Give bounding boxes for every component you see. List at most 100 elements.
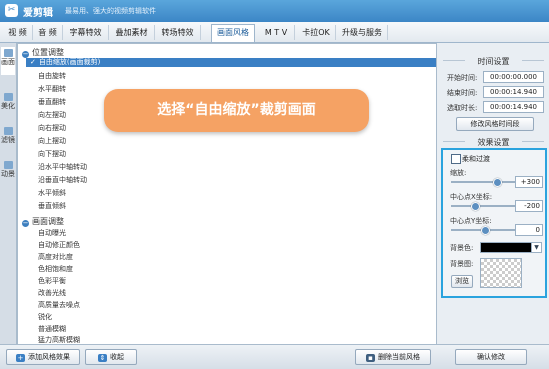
list-item[interactable]: 普通模糊 — [38, 324, 66, 334]
center-y-slider[interactable] — [451, 226, 519, 235]
app-slogan: 最易用、强大的视频剪辑软件 — [65, 7, 156, 15]
zoom-slider-handle[interactable] — [493, 178, 502, 187]
center-x-value-input[interactable]: -200 — [515, 200, 543, 212]
tab-subtitle-effects[interactable]: 字幕特效 — [63, 25, 109, 40]
duration-field[interactable]: 00:00:14.940 — [483, 101, 544, 113]
modify-time-button[interactable]: 修改风格时间段 — [456, 117, 534, 131]
list-item[interactable]: 向左摆动 — [38, 110, 66, 120]
effect-settings-title: 效果设置 — [477, 138, 510, 147]
list-item[interactable]: 向下摆动 — [38, 149, 66, 159]
divider — [522, 60, 544, 61]
add-style-label: 添加风格效果 — [28, 353, 70, 361]
beautify-icon — [3, 93, 13, 101]
vtab-motion-label: 动景 — [1, 170, 15, 178]
tab-overlay-material[interactable]: 叠加素材 — [109, 25, 155, 40]
start-time-label: 开始时间: — [447, 74, 478, 82]
list-item[interactable]: 色彩平衡 — [38, 276, 66, 286]
list-item[interactable]: 高质量去噪点 — [38, 300, 80, 310]
center-x-slider-handle[interactable] — [471, 202, 480, 211]
list-item[interactable]: 水平倾斜 — [38, 188, 66, 198]
divider — [522, 141, 544, 142]
collapse-icon: − — [22, 50, 29, 58]
time-settings-title: 时间设置 — [477, 57, 510, 66]
effect-settings-box: 柔和过渡 缩放: +300 中心点X坐标: -200 中心点Y坐标: 0 背景色… — [441, 148, 547, 298]
browse-button[interactable]: 浏览 — [451, 275, 473, 288]
group-title: 位置调整 — [32, 48, 64, 57]
list-item[interactable]: 向右摆动 — [38, 123, 66, 133]
vtab-motion[interactable]: 动景 — [1, 159, 15, 187]
vtab-picture-label: 画面 — [1, 58, 15, 66]
tab-video[interactable]: 视 频 — [3, 25, 33, 40]
tutorial-callout: 选择“自由缩放”裁剪画面 — [104, 89, 369, 132]
vtab-beautify-label: 美化 — [1, 102, 15, 110]
center-y-label: 中心点Y坐标: — [450, 217, 492, 225]
list-item[interactable]: 锐化 — [38, 312, 52, 322]
end-time-label: 结束时间: — [447, 89, 478, 97]
motion-icon — [3, 161, 13, 169]
list-item[interactable]: 垂直翻转 — [38, 97, 66, 107]
center-y-value-input[interactable]: 0 — [515, 224, 543, 236]
zoom-value-input[interactable]: +300 — [515, 176, 543, 188]
start-time-field[interactable]: 00:00:00.000 — [483, 71, 544, 83]
collapse-arrows-icon: ⇕ — [98, 354, 107, 362]
app-name: 爱剪辑 — [23, 8, 53, 19]
main-menu: 视 频 音 频 字幕特效 叠加素材 转场特效 画面风格 M T V 卡拉OK 升… — [0, 22, 549, 43]
add-style-button[interactable]: + 添加风格效果 — [6, 349, 80, 365]
list-item[interactable]: 沿垂直中轴转动 — [38, 175, 87, 185]
delete-style-label: 删除当前风格 — [378, 353, 420, 361]
list-item[interactable]: 改善光线 — [38, 288, 66, 298]
bg-color-swatch[interactable] — [480, 242, 532, 253]
list-item[interactable]: 自由旋转 — [38, 71, 66, 81]
center-x-slider[interactable] — [451, 202, 519, 211]
list-item[interactable]: 沿水平中轴转动 — [38, 162, 87, 172]
app-window: ✂ 爱剪辑 最易用、强大的视频剪辑软件 视 频 音 频 字幕特效 叠加素材 转场… — [0, 0, 549, 369]
list-item[interactable]: 自动修正颜色 — [38, 240, 80, 250]
style-category-tabs: 画面 美化 滤镜 动景 — [0, 43, 17, 345]
confirm-button[interactable]: 确认修改 — [455, 349, 527, 365]
group-position-adjust[interactable]: − 位置调整 — [22, 47, 64, 58]
title-bar: ✂ 爱剪辑 最易用、强大的视频剪辑软件 — [0, 0, 549, 22]
collapse-icon: − — [22, 219, 29, 227]
duration-label: 选取时长: — [447, 104, 478, 112]
bg-image-label: 背景图: — [450, 260, 474, 268]
list-item[interactable]: 色相饱和度 — [38, 264, 73, 274]
collapse-button[interactable]: ⇕ 收起 — [85, 349, 137, 365]
list-item[interactable]: 自动曝光 — [38, 228, 66, 238]
chevron-down-icon[interactable]: ▼ — [531, 242, 542, 253]
center-x-label: 中心点X坐标: — [450, 193, 493, 201]
collapse-label: 收起 — [110, 353, 124, 361]
vtab-picture[interactable]: 画面 — [1, 47, 15, 75]
bg-image-preview[interactable] — [480, 258, 522, 288]
tab-upgrade-service[interactable]: 升级与服务 — [337, 25, 388, 40]
delete-style-button[interactable]: ▪ 删除当前风格 — [355, 349, 431, 365]
group-title: 画面调整 — [32, 217, 64, 226]
list-item[interactable]: 垂直倾斜 — [38, 201, 66, 211]
list-item-free-zoom[interactable]: ✓ 自由缩放(画面裁剪) — [26, 58, 436, 67]
tab-karaoke[interactable]: 卡拉OK — [297, 25, 336, 40]
soft-transition-label: 柔和过渡 — [462, 155, 490, 163]
add-icon: + — [16, 354, 25, 362]
bg-color-label: 背景色: — [450, 244, 474, 252]
picture-icon — [3, 49, 13, 57]
bottom-toolbar: + 添加风格效果 ⇕ 收起 ▪ 删除当前风格 确认修改 — [0, 344, 549, 369]
check-icon: ✓ — [30, 58, 36, 66]
vtab-filter-label: 滤镜 — [1, 136, 15, 144]
list-item[interactable]: 高度对比度 — [38, 252, 73, 262]
vtab-filter[interactable]: 滤镜 — [1, 125, 15, 153]
app-logo-icon: ✂ — [5, 4, 18, 17]
tab-audio[interactable]: 音 频 — [33, 25, 63, 40]
list-item[interactable]: 向上摆动 — [38, 136, 66, 146]
trash-icon: ▪ — [366, 354, 375, 362]
group-picture-adjust[interactable]: − 画面调整 — [22, 216, 64, 227]
vtab-beautify[interactable]: 美化 — [1, 91, 15, 119]
tab-picture-style[interactable]: 画面风格 — [211, 24, 255, 42]
tab-transition-effects[interactable]: 转场特效 — [155, 25, 201, 40]
end-time-field[interactable]: 00:00:14.940 — [483, 86, 544, 98]
zoom-slider[interactable] — [451, 178, 519, 187]
list-item[interactable]: 水平翻转 — [38, 84, 66, 94]
center-y-slider-handle[interactable] — [481, 226, 490, 235]
zoom-label: 缩放: — [450, 169, 467, 177]
soft-transition-checkbox[interactable] — [451, 154, 461, 164]
tab-mtv[interactable]: M T V — [258, 25, 295, 40]
list-item-label: 自由缩放(画面裁剪) — [38, 58, 101, 66]
